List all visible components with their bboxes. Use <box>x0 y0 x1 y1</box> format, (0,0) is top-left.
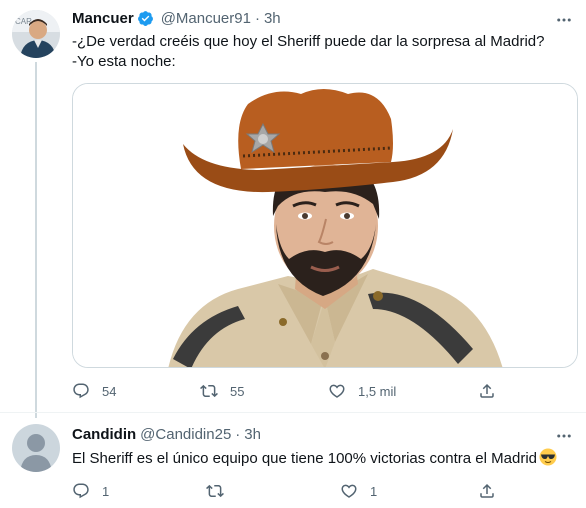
tweet-media-image[interactable] <box>72 83 578 368</box>
tweet-text: El Sheriff es el único equipo que tiene … <box>72 448 572 469</box>
like-button[interactable]: 1 <box>340 482 377 500</box>
more-options-icon[interactable] <box>554 426 574 446</box>
display-name[interactable]: Mancuer <box>72 10 134 27</box>
display-name[interactable]: Candidin <box>72 426 136 443</box>
share-icon <box>480 383 494 398</box>
tweet-header: Candidin @Candidin25 · 3h <box>72 426 261 443</box>
like-count: 1,5 mil <box>358 383 397 399</box>
separator-dot: · <box>254 10 260 27</box>
reply-count: 1 <box>102 483 110 499</box>
retweet-icon <box>200 384 218 398</box>
like-count: 1 <box>370 483 378 499</box>
retweet-button[interactable] <box>206 482 236 500</box>
tweet-header: Mancuer @Mancuer91 · 3h <box>72 10 281 27</box>
timestamp[interactable]: 3h <box>244 426 261 443</box>
share-icon <box>480 483 494 498</box>
retweet-count: 55 <box>230 383 245 399</box>
tweet-text: -¿De verdad creéis que hoy el Sheriff pu… <box>72 33 545 70</box>
reply-button[interactable]: 1 <box>72 482 109 500</box>
separator-dot: · <box>235 426 241 443</box>
tweet-mancuer[interactable]: CAR Mancuer @Mancuer91 · 3h -¿De verdad … <box>0 0 586 410</box>
retweet-icon <box>206 484 224 498</box>
avatar[interactable]: CAR <box>12 10 60 58</box>
heart-icon <box>341 484 357 498</box>
timestamp[interactable]: 3h <box>264 10 281 27</box>
tweet-candidin[interactable]: Candidin @Candidin25 · 3h El Sheriff es … <box>0 412 586 508</box>
tweet-actions: 54 55 1,5 mil <box>72 382 512 402</box>
reply-icon <box>73 483 89 499</box>
reply-icon <box>73 383 89 399</box>
retweet-button[interactable]: 55 <box>200 382 244 400</box>
like-button[interactable]: 1,5 mil <box>328 382 396 400</box>
tweet-text-content: El Sheriff es el único equipo que tiene … <box>72 450 537 467</box>
heart-icon <box>329 384 345 398</box>
more-options-icon[interactable] <box>554 10 574 30</box>
user-handle[interactable]: @Candidin25 <box>140 426 231 443</box>
tweet-actions: 1 1 <box>72 482 512 502</box>
user-handle[interactable]: @Mancuer91 <box>161 10 251 27</box>
reply-count: 54 <box>102 383 117 399</box>
share-button[interactable] <box>478 482 496 500</box>
reply-button[interactable]: 54 <box>72 382 116 400</box>
verified-badge-icon <box>137 11 153 26</box>
sheriff-photo <box>73 84 577 367</box>
sunglasses-emoji-icon <box>539 448 557 466</box>
avatar[interactable] <box>12 424 60 472</box>
share-button[interactable] <box>478 382 496 400</box>
